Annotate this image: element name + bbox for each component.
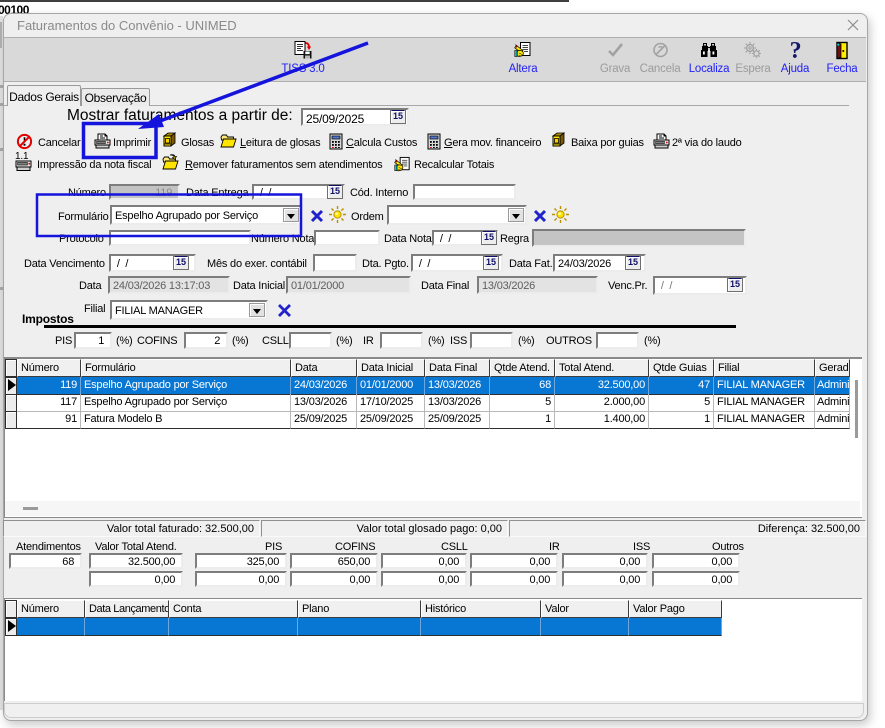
svg-text:?: ?	[789, 41, 801, 60]
